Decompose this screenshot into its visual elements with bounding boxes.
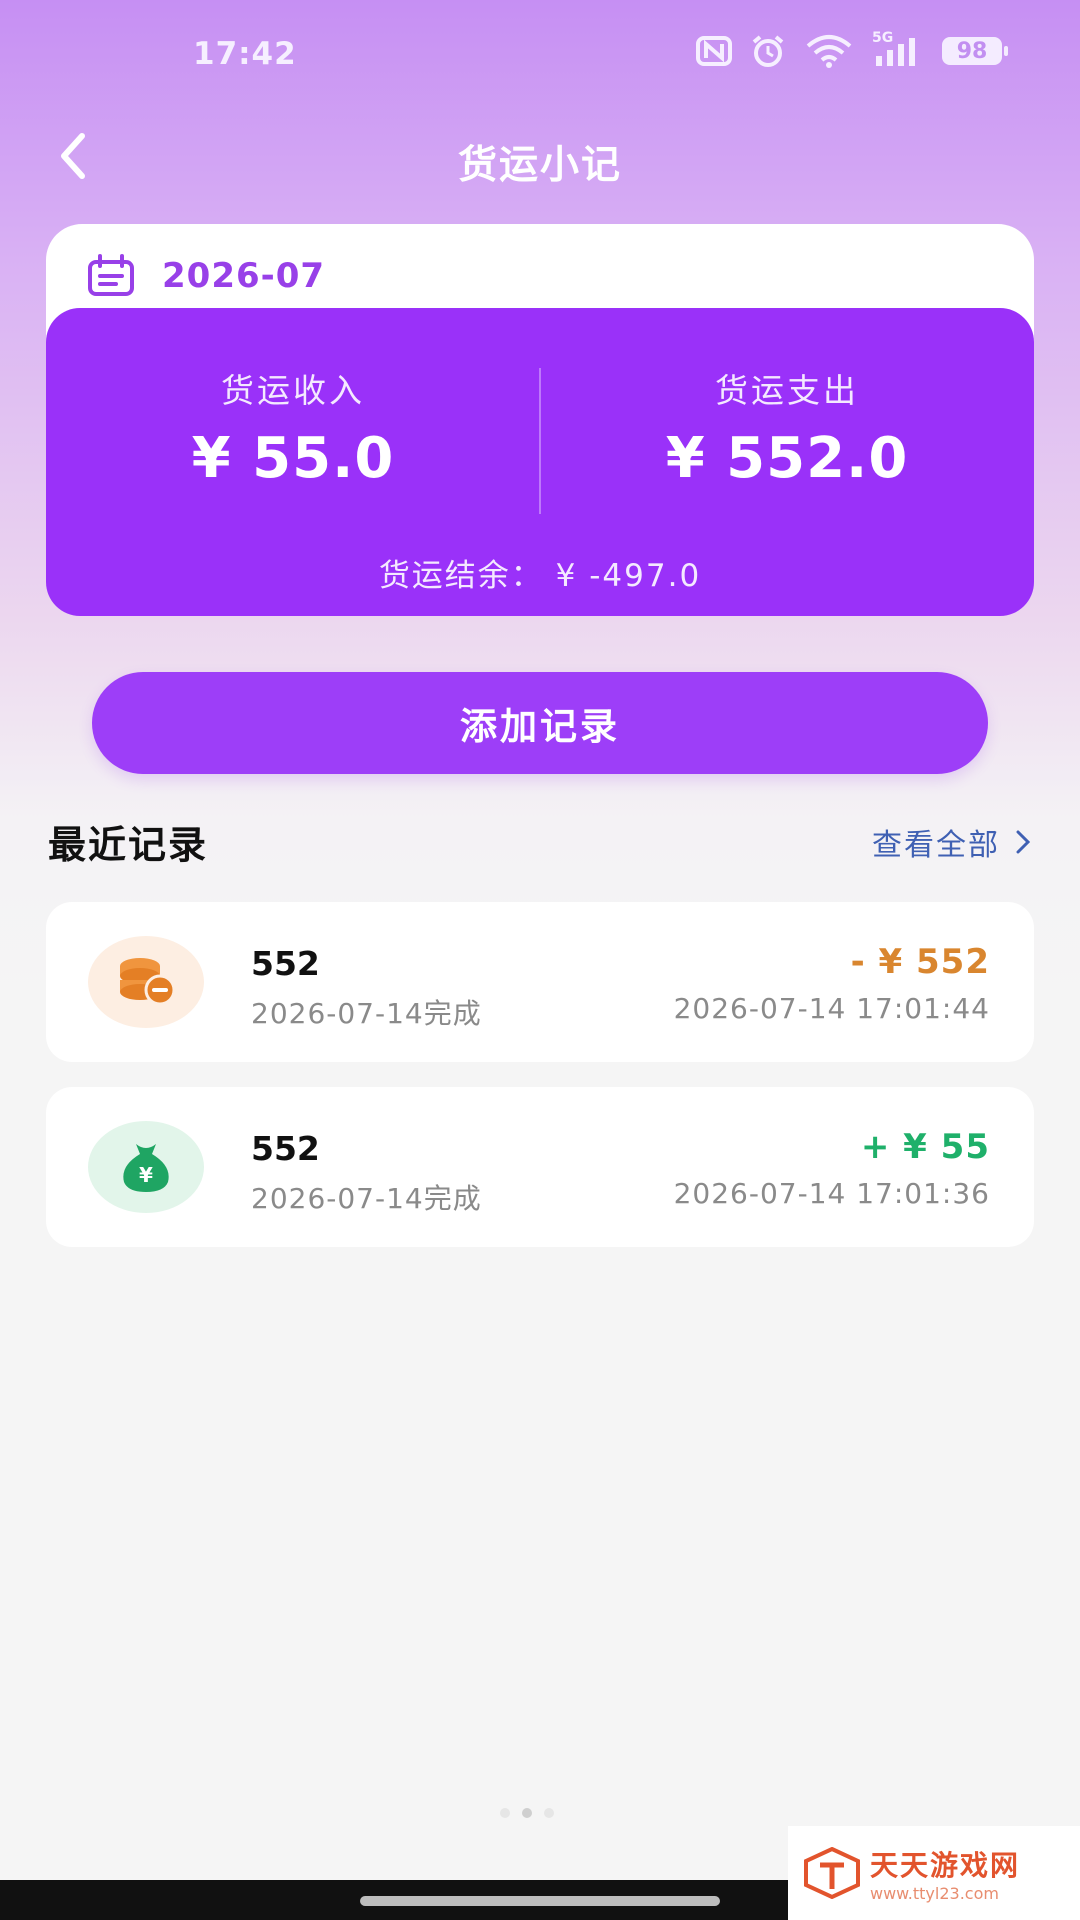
- record-time: 2026-07-14 17:01:44: [673, 992, 990, 1025]
- nfc-icon: [696, 36, 732, 66]
- record-icon: [88, 936, 204, 1028]
- record-item[interactable]: ¥ 552 2026-07-14完成 + ¥ 55 2026-07-14 17:…: [46, 1087, 1034, 1247]
- view-all-link[interactable]: 查看全部: [872, 820, 1032, 864]
- record-amount: + ¥ 55: [860, 1127, 990, 1167]
- page-indicator: [500, 1808, 554, 1818]
- watermark: 天天游戏网 www.ttyl23.com: [788, 1826, 1080, 1920]
- balance-row: 货运结余： ¥ -497.0: [46, 550, 1034, 595]
- page-title: 货运小记: [457, 143, 622, 188]
- record-name: 552: [251, 1129, 320, 1168]
- income-value: ¥ 55.0: [191, 426, 395, 491]
- wifi-icon: [806, 35, 852, 68]
- expense-value: ¥ 552.0: [665, 426, 909, 491]
- signal-icon: 5G: [872, 30, 924, 68]
- recent-records-title: 最近记录: [48, 823, 209, 867]
- page-dot-active: [522, 1808, 532, 1818]
- month-label: 2026-07: [162, 256, 326, 296]
- add-record-button[interactable]: 添加记录: [92, 672, 988, 774]
- alarm-icon: [752, 35, 784, 67]
- record-date: 2026-07-14完成: [251, 997, 482, 1030]
- recent-records-header: 最近记录 查看全部: [48, 810, 1032, 867]
- status-icons: 5G 98: [696, 30, 1008, 68]
- home-indicator[interactable]: [360, 1896, 720, 1906]
- income-label: 货运收入: [221, 371, 365, 410]
- record-amount: - ¥ 552: [850, 942, 990, 982]
- balance-value: ¥ -497.0: [555, 558, 702, 594]
- top-bar: 货运小记: [0, 110, 1080, 200]
- status-time: 17:42: [193, 36, 297, 72]
- calendar-icon: [88, 254, 134, 296]
- record-date: 2026-07-14完成: [251, 1182, 482, 1215]
- money-bag-icon: ¥: [123, 1144, 169, 1192]
- status-bar: 17:42 5G 98: [0, 0, 1080, 110]
- battery-indicator: 98: [942, 37, 1008, 65]
- watermark-sub: www.ttyl23.com: [870, 1883, 999, 1903]
- expense-label: 货运支出: [715, 371, 859, 410]
- watermark-logo-icon: [804, 1847, 860, 1899]
- record-name: 552: [251, 944, 320, 983]
- income-summary: 货运收入 ¥ 55.0: [46, 364, 540, 491]
- expense-summary: 货运支出 ¥ 552.0: [540, 364, 1034, 491]
- page-dot: [500, 1808, 510, 1818]
- coins-icon: [120, 958, 176, 1006]
- chevron-right-icon: [1016, 830, 1031, 854]
- page-dot: [544, 1808, 554, 1818]
- balance-label: 货运结余：: [378, 558, 544, 594]
- view-all-label: 查看全部: [872, 828, 1000, 863]
- summary-card: 货运收入 ¥ 55.0 货运支出 ¥ 552.0 货运结余： ¥ -497.0: [46, 308, 1034, 616]
- record-icon: ¥: [88, 1121, 204, 1213]
- svg-text:¥: ¥: [139, 1163, 153, 1187]
- watermark-text: 天天游戏网 www.ttyl23.com: [870, 1844, 1020, 1903]
- watermark-main: 天天游戏网: [870, 1848, 1021, 1882]
- record-time: 2026-07-14 17:01:36: [673, 1177, 990, 1210]
- record-item[interactable]: 552 2026-07-14完成 - ¥ 552 2026-07-14 17:0…: [46, 902, 1034, 1062]
- month-picker[interactable]: 2026-07: [86, 254, 325, 298]
